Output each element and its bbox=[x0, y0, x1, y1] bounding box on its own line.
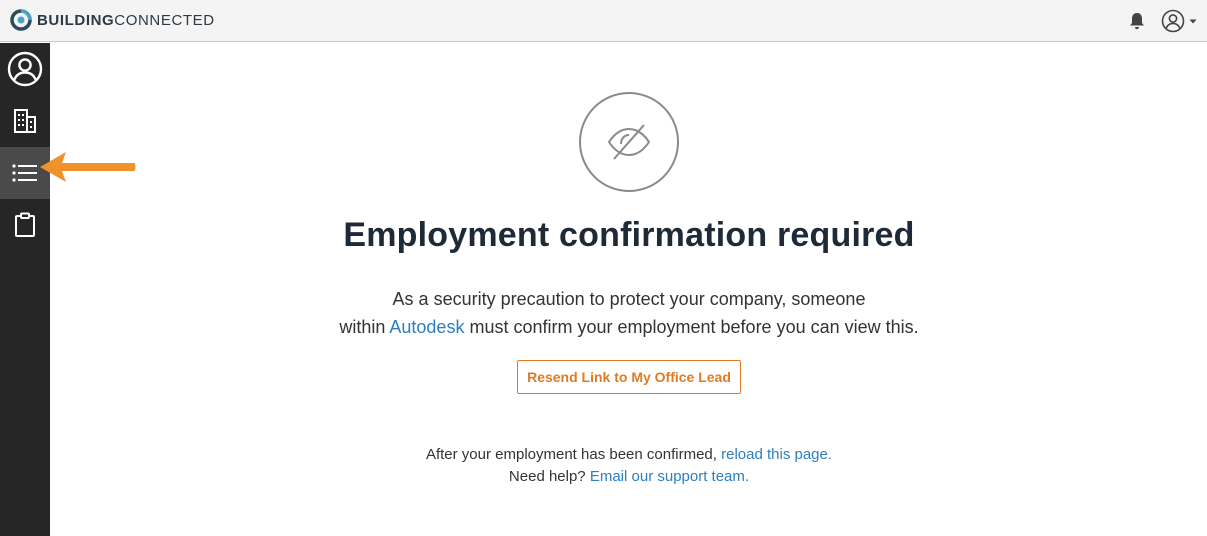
eye-slash-icon bbox=[607, 124, 651, 160]
hidden-content-icon bbox=[579, 92, 679, 192]
support-note: Need help? Email our support team. bbox=[0, 466, 1207, 488]
reload-page-link[interactable]: reload this page. bbox=[721, 446, 832, 463]
list-icon bbox=[12, 164, 37, 182]
help-footer: After your employment has been confirmed… bbox=[0, 444, 1207, 488]
orange-arrow-icon bbox=[40, 152, 136, 182]
brand-name-light: CONNECTED bbox=[114, 11, 215, 29]
caret-down-icon bbox=[1189, 19, 1197, 24]
reload-note-prefix: After your employment has been confirmed… bbox=[425, 446, 722, 463]
description-line-1: As a security precaution to protect your… bbox=[392, 289, 866, 309]
description-prefix: within bbox=[339, 317, 390, 337]
sidebar-item-profile[interactable] bbox=[0, 43, 50, 95]
building-icon bbox=[14, 109, 36, 133]
reload-note: After your employment has been confirmed… bbox=[0, 444, 1207, 466]
user-circle-icon bbox=[1161, 9, 1185, 33]
security-description: As a security precaution to protect your… bbox=[0, 285, 1207, 341]
bell-icon[interactable] bbox=[1127, 11, 1147, 31]
brand-logo-icon bbox=[10, 9, 32, 31]
description-suffix: must confirm your employment before you … bbox=[464, 317, 919, 337]
sidebar-item-company[interactable] bbox=[0, 95, 50, 147]
description-line-2: within Autodesk must confirm your employ… bbox=[0, 313, 1207, 341]
company-link[interactable]: Autodesk bbox=[389, 317, 464, 337]
brand-name-bold: BUILDING bbox=[37, 11, 115, 29]
support-note-prefix: Need help? bbox=[508, 468, 590, 485]
brand-name: BUILDINGCONNECTED bbox=[37, 12, 215, 29]
email-support-link[interactable]: Email our support team. bbox=[590, 468, 749, 485]
user-circle-icon bbox=[7, 51, 43, 87]
user-menu[interactable] bbox=[1161, 9, 1199, 33]
resend-link-button[interactable]: Resend Link to My Office Lead bbox=[517, 360, 741, 394]
page-title: Employment confirmation required bbox=[343, 216, 915, 254]
top-bar: BUILDINGCONNECTED bbox=[0, 0, 1207, 42]
brand-logo[interactable]: BUILDINGCONNECTED bbox=[10, 8, 215, 32]
